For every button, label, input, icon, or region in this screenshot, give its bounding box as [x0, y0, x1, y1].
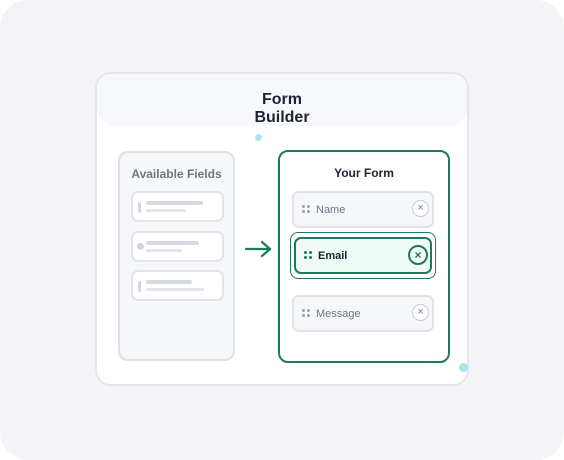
- placeholder-line: [146, 280, 192, 284]
- available-field-item[interactable]: [131, 270, 224, 301]
- drag-handle-icon[interactable]: [302, 205, 310, 214]
- available-fields-heading: Available Fields: [131, 167, 222, 181]
- close-icon[interactable]: ×: [408, 245, 428, 265]
- form-field-name[interactable]: Name ×: [292, 191, 434, 228]
- your-form-panel: Your Form Name × Email × Message ×: [278, 150, 450, 363]
- placeholder-line: [146, 201, 203, 205]
- available-field-item[interactable]: [131, 231, 224, 262]
- available-field-item[interactable]: [131, 191, 224, 222]
- drag-handle-icon[interactable]: [302, 309, 310, 318]
- close-icon[interactable]: ×: [412, 200, 429, 217]
- textarea-field-icon: [138, 281, 141, 292]
- close-icon[interactable]: ×: [412, 304, 429, 321]
- drag-handle-icon[interactable]: [304, 251, 312, 260]
- text-field-icon: [138, 202, 141, 213]
- window-header: Form Builder: [97, 74, 467, 126]
- decorative-dot: [459, 363, 468, 372]
- placeholder-line: [146, 288, 204, 291]
- decorative-dot: [255, 134, 262, 141]
- radio-field-icon: [137, 243, 144, 250]
- placeholder-line: [146, 249, 182, 252]
- placeholder-line: [146, 209, 186, 212]
- window-title: Form Builder: [254, 91, 310, 126]
- arrow-right-icon: [244, 240, 272, 258]
- field-label: Message: [316, 308, 361, 320]
- field-label: Email: [318, 250, 348, 262]
- form-field-message[interactable]: Message ×: [292, 295, 434, 332]
- placeholder-line: [146, 241, 199, 245]
- your-form-heading: Your Form: [334, 166, 394, 180]
- form-field-email[interactable]: Email ×: [294, 237, 432, 274]
- field-label: Name: [316, 204, 346, 216]
- available-fields-panel: Available Fields: [118, 151, 235, 361]
